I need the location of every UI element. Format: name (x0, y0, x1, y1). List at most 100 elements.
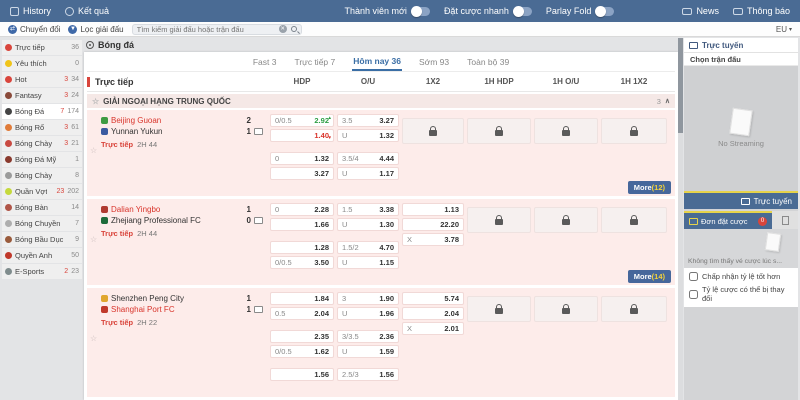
x12-column-cell[interactable]: X2.01 (402, 322, 464, 335)
tab-toan-bo[interactable]: Toàn bộ 39 (466, 53, 510, 70)
sidebar-item-quan-vot[interactable]: Quần Vợt23202 (2, 184, 82, 199)
sidebar-item-bong-a-my[interactable]: Bóng Đá Mỹ1 (2, 152, 82, 167)
trend-down-icon: ▼ (328, 136, 332, 140)
sidebar-item-fantasy[interactable]: Fantasy324 (2, 88, 82, 103)
search-input[interactable] (137, 25, 275, 34)
toggle-switch-thanh-vien-moi[interactable] (412, 7, 430, 16)
more-markets-button[interactable]: More(14) (628, 270, 671, 283)
sidebar-item-yeu-thich[interactable]: Yêu thích0 (2, 56, 82, 71)
sidebar-item-bong-a[interactable]: Bóng Đá7174 (2, 104, 82, 119)
scrollbar-thumb[interactable] (678, 38, 683, 133)
notifications-button[interactable]: Thông báo (733, 6, 790, 16)
locked-odds-cell (402, 118, 464, 144)
x12-column-cell[interactable]: 2.04 (402, 307, 464, 320)
ou-column-cell[interactable]: 1.5/24.70 (337, 241, 399, 254)
ou-column-cell[interactable]: U1.32 (337, 129, 399, 142)
ou-column-cell[interactable]: 1.53.38 (337, 203, 399, 216)
toggle-label: Parlay Fold (546, 6, 592, 16)
tickets-tab[interactable] (772, 211, 798, 229)
sidebar-item-e-sports[interactable]: E-Sports223 (2, 264, 82, 279)
stats-tv-icon[interactable] (254, 217, 263, 224)
home-score: 1 (241, 294, 251, 303)
ou-column-cell[interactable]: U1.30 (337, 218, 399, 231)
checkbox-ty-le-cuoc-co-the-bi-thay-oi[interactable] (689, 290, 698, 299)
match-info[interactable]: Dalian Yingbo1Zhejiang Professional FC0T… (87, 199, 267, 271)
ou-column-cell[interactable]: U1.17 (337, 167, 399, 180)
ou-column-cell[interactable]: 31.90 (337, 292, 399, 305)
ou-column-cell[interactable]: 3.5/44.44 (337, 152, 399, 165)
ou-column-cell[interactable]: 3.53.27 (337, 114, 399, 127)
sidebar-item-truc-tiep[interactable]: Trực tiếp36 (2, 40, 82, 55)
x12-column-cell[interactable]: X3.78 (402, 233, 464, 246)
hdp-column-cell[interactable]: 1.84 (270, 292, 334, 305)
more-markets-button[interactable]: More(12) (628, 181, 671, 194)
odds-format-select[interactable]: EU ▾ (776, 25, 792, 34)
ou-column: 3.53.27 U1.32 3.5/44.44 U1.17 (337, 110, 399, 182)
sidebar-item-label: Bóng Chuyền (15, 219, 60, 228)
hdp-column-cell[interactable]: 01.32 (270, 152, 334, 165)
hdp-column-cell[interactable]: 3.27 (270, 167, 334, 180)
match-info[interactable]: Shenzhen Peng City1Shanghai Port FC1Trực… (87, 288, 267, 383)
ou-column-cell[interactable]: U1.15 (337, 256, 399, 269)
tab-fast[interactable]: Fast 3 (252, 53, 278, 70)
collapse-chevron-icon[interactable]: ∧ (665, 97, 670, 105)
ou-column-cell[interactable]: U1.59 (337, 345, 399, 358)
hdp-column-cell[interactable]: 02.28 (270, 203, 334, 216)
tab-som[interactable]: Sớm 93 (418, 53, 450, 70)
filter-leagues-button[interactable]: ▼ Lọc giải đấu (68, 25, 123, 34)
sidebar-item-bong-ro[interactable]: Bóng Rổ361 (2, 120, 82, 135)
convert-button[interactable]: ⇄ Chuyển đổi (8, 25, 60, 34)
news-button[interactable]: News (682, 6, 719, 16)
ou-column-cell[interactable]: U1.96 (337, 307, 399, 320)
handicap-value: U (342, 347, 347, 356)
ou-column-cell[interactable]: 2.5/31.56 (337, 368, 399, 381)
toggle-switch-at-cuoc-nhanh[interactable] (514, 7, 532, 16)
sidebar-item-bong-chay[interactable]: Bóng Chày8 (2, 168, 82, 183)
search-icon[interactable] (291, 26, 297, 32)
column-header-1x2: 1X2 (402, 77, 464, 86)
sidebar-item-bong-bau-duc[interactable]: Bóng Bầu Dục9 (2, 232, 82, 247)
hdp-column-cell[interactable]: 1.28 (270, 241, 334, 254)
clear-search-icon[interactable]: ✕ (279, 25, 287, 33)
league-header[interactable]: ☆ GIẢI NGOẠI HẠNG TRUNG QUỐC 3 ∧ (87, 94, 675, 108)
lock-icon (630, 308, 638, 314)
home-team-row: Beijing Guoan2 (101, 115, 263, 126)
hdp-column-cell[interactable]: 0.52.04 (270, 307, 334, 320)
hdp-column-cell[interactable]: 1.40▼ (270, 129, 334, 142)
stats-tv-icon[interactable] (254, 306, 263, 313)
live-stream-button[interactable]: Trực tuyến (684, 193, 798, 209)
match-favorite-star-icon[interactable]: ☆ (90, 235, 97, 244)
sidebar-item-bong-ban[interactable]: Bóng Bàn14 (2, 200, 82, 215)
toggle-switch-parlay-fold[interactable] (596, 7, 614, 16)
x12-column-cell[interactable]: 5.74 (402, 292, 464, 305)
live-count-badge: 3 (64, 92, 68, 99)
hdp-column-cell[interactable]: 0/0.52.92▲ (270, 114, 334, 127)
sidebar-item-bong-chay[interactable]: Bóng Chày321 (2, 136, 82, 151)
sidebar-item-bong-chuyen[interactable]: Bóng Chuyền7 (2, 216, 82, 231)
match-info[interactable]: Beijing Guoan2Yunnan Yukun1Trực tiếp2H 4… (87, 110, 267, 182)
x12-column-cell[interactable]: 22.20 (402, 218, 464, 231)
stats-tv-icon[interactable] (254, 128, 263, 135)
sidebar-item-label: Quần Vợt (15, 187, 47, 196)
betslip-tab[interactable]: Đơn đặt cược 0 (684, 211, 772, 229)
hdp-column-cell[interactable]: 1.66 (270, 218, 334, 231)
match-row-2: ☆Dalian Yingbo1Zhejiang Professional FC0… (87, 199, 675, 285)
checkbox-chap-nhan-ty-le-tot-hon[interactable] (689, 272, 698, 281)
tab-hom-nay[interactable]: Hôm nay 36 (352, 52, 402, 71)
sidebar-item-quyen-anh[interactable]: Quyền Anh50 (2, 248, 82, 263)
hdp-column-cell[interactable]: 0/0.53.50 (270, 256, 334, 269)
hdp-column-cell[interactable]: 2.35 (270, 330, 334, 343)
history-button[interactable]: History (10, 6, 51, 16)
league-favorite-star-icon[interactable]: ☆ (92, 97, 99, 106)
vertical-scrollbar[interactable] (678, 38, 683, 400)
match-favorite-star-icon[interactable]: ☆ (90, 334, 97, 343)
sidebar-item-hot[interactable]: Hot334 (2, 72, 82, 87)
filter-label: Lọc giải đấu (80, 25, 123, 34)
hdp-column-cell[interactable]: 0/0.51.62 (270, 345, 334, 358)
hdp-column-cell[interactable]: 1.56 (270, 368, 334, 381)
ou-column-cell[interactable]: 3/3.52.36 (337, 330, 399, 343)
tab-truc-tiep[interactable]: Trực tiếp 7 (293, 53, 336, 70)
match-favorite-star-icon[interactable]: ☆ (90, 146, 97, 155)
results-button[interactable]: Kết quả (65, 6, 109, 16)
x12-column-cell[interactable]: 1.13 (402, 203, 464, 216)
